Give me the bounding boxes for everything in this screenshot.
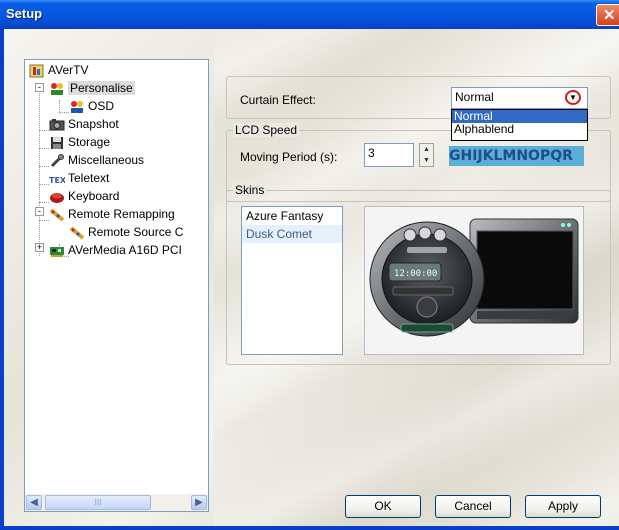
tree-guide: [39, 220, 49, 221]
tree-guide: [39, 202, 49, 203]
collapse-expander[interactable]: -: [35, 83, 44, 92]
lcd-speed-group-label: LCD Speed: [233, 123, 300, 137]
moving-period-spinner[interactable]: ▲ ▼: [419, 143, 434, 167]
tree-item-teletext[interactable]: TEXT Teletext: [49, 170, 109, 186]
dialog-body: AVerTV - Personalise OSD Snapshot Storag…: [4, 29, 619, 526]
floppy-disk-icon: [49, 136, 65, 150]
keyboard-icon: [49, 190, 65, 204]
scroll-thumb[interactable]: III: [45, 495, 151, 510]
spin-up-icon[interactable]: ▲: [420, 144, 433, 155]
remote-icon: [49, 208, 65, 222]
setup-window: Setup ✕ AVerTV - Personalise OSD Snapsho…: [0, 0, 619, 530]
skin-item-dusk-comet[interactable]: Dusk Comet: [242, 225, 342, 243]
pci-card-icon: [49, 244, 65, 258]
teletext-icon: TEXT: [49, 172, 72, 186]
moving-period-input[interactable]: 3: [364, 143, 414, 167]
svg-text:12:00:00: 12:00:00: [394, 269, 437, 279]
tree-item-remote-remapping[interactable]: Remote Remapping: [49, 206, 175, 222]
tree-item-snapshot[interactable]: Snapshot: [49, 116, 119, 132]
title-bar[interactable]: Setup ✕: [0, 0, 619, 29]
expand-expander[interactable]: +: [35, 243, 44, 252]
chevron-down-icon[interactable]: ▼: [565, 90, 581, 105]
settings-tree[interactable]: AVerTV - Personalise OSD Snapshot Storag…: [24, 59, 209, 512]
skin-item-azure-fantasy[interactable]: Azure Fantasy: [242, 207, 342, 225]
tree-item-label: OSD: [88, 99, 115, 113]
curtain-effect-select[interactable]: Normal ▼: [451, 87, 588, 109]
remote-source-icon: [69, 226, 85, 240]
tree-guide: [39, 184, 49, 185]
tree-item-osd[interactable]: OSD: [69, 98, 114, 114]
cancel-button[interactable]: Cancel: [435, 495, 511, 518]
tree-item-label: Storage: [68, 135, 111, 149]
lcd-preview-text: GHIJKLMNOPQR: [449, 148, 573, 164]
collapse-expander[interactable]: -: [35, 207, 44, 216]
curtain-effect-label: Curtain Effect:: [240, 93, 316, 107]
tree-item-label: AVerMedia A16D PCI: [68, 243, 182, 257]
grip-icon: III: [94, 498, 102, 507]
skin-preview: 12:00:00: [364, 206, 584, 355]
apply-button[interactable]: Apply: [525, 495, 601, 518]
tree-guide: [39, 130, 49, 131]
skins-group-label: Skins: [233, 183, 267, 197]
osd-icon: [69, 100, 85, 114]
camera-icon: [49, 118, 65, 132]
moving-period-label: Moving Period (s):: [240, 150, 338, 164]
tree-item-label: Remote Remapping: [68, 207, 175, 221]
window-title: Setup: [6, 6, 43, 21]
avertv-app-icon: [29, 64, 45, 78]
chevron-left-icon: ◀: [30, 497, 38, 508]
ok-button[interactable]: OK: [345, 495, 421, 518]
close-button[interactable]: ✕: [596, 4, 619, 26]
tree-item-remote-source[interactable]: Remote Source C: [69, 224, 183, 240]
scroll-left-button[interactable]: ◀: [26, 495, 42, 510]
spin-down-icon[interactable]: ▼: [420, 155, 433, 166]
tree-item-label: Miscellaneous: [68, 153, 145, 167]
tree-item-miscellaneous[interactable]: Miscellaneous: [49, 152, 144, 168]
tree-item-label: Snapshot: [68, 117, 119, 131]
tree-item-keyboard[interactable]: Keyboard: [49, 188, 119, 204]
curtain-effect-dropdown[interactable]: Normal Alphablend: [451, 109, 588, 141]
wrench-icon: [49, 153, 65, 168]
tree-item-label: Personalise: [68, 81, 135, 95]
chevron-right-icon: ▶: [195, 497, 203, 508]
tree-item-label: Keyboard: [68, 189, 120, 203]
tree-guide: [39, 84, 40, 256]
tree-item-avermedia-card[interactable]: AVerMedia A16D PCI: [49, 242, 182, 258]
tree-item-personalise[interactable]: Personalise: [49, 80, 135, 96]
tree-item-storage[interactable]: Storage: [49, 134, 110, 150]
skin-preview-image: 12:00:00: [365, 207, 583, 354]
tree-guide: [59, 100, 60, 112]
lcd-preview: GHIJKLMNOPQR: [449, 146, 584, 166]
tree-item-label: Teletext: [68, 171, 110, 185]
close-icon: ✕: [603, 7, 616, 24]
tree-guide: [59, 112, 69, 113]
personalise-icon: [49, 82, 65, 96]
tree-item-label: Remote Source C: [88, 225, 184, 239]
curtain-effect-value: Normal: [455, 90, 494, 104]
skins-list[interactable]: Azure Fantasy Dusk Comet: [241, 206, 343, 355]
scroll-right-button[interactable]: ▶: [191, 495, 207, 510]
tree-item-avertv[interactable]: AVerTV: [29, 62, 88, 78]
tree-item-label: AVerTV: [48, 63, 89, 77]
svg-text:TEXT: TEXT: [49, 176, 65, 185]
tree-horizontal-scrollbar[interactable]: ◀ III ▶: [25, 494, 208, 511]
tree-guide: [39, 166, 49, 167]
dropdown-option-alphablend[interactable]: Alphablend: [452, 123, 587, 136]
tree-guide: [39, 148, 49, 149]
